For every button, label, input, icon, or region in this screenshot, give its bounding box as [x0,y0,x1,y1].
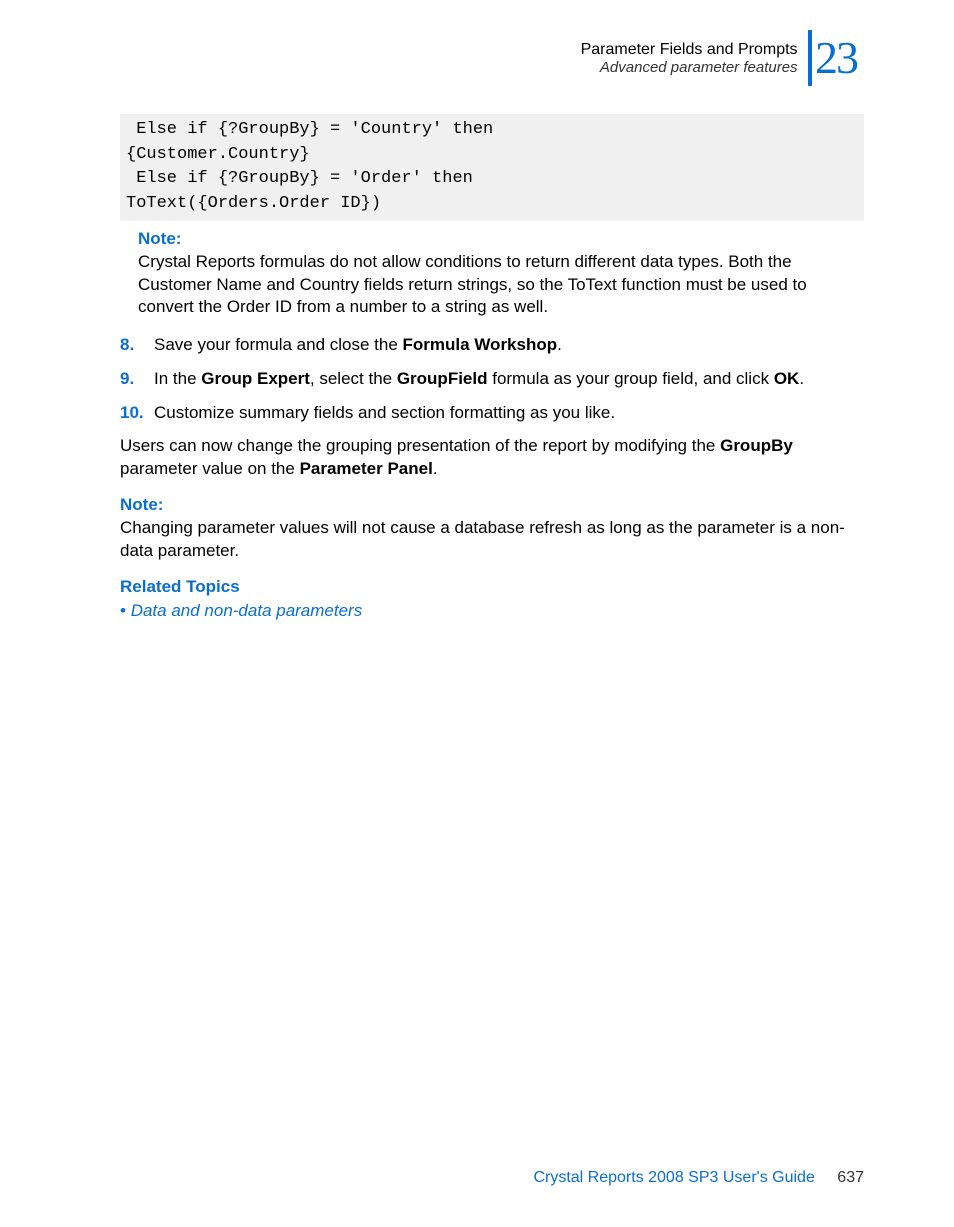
chapter-number: 23 [815,32,857,83]
step-text: In the Group Expert, select the GroupFie… [154,369,804,388]
note-1: Note: Crystal Reports formulas do not al… [138,229,864,320]
header-text: Parameter Fields and Prompts Advanced pa… [581,41,798,76]
page-header: Parameter Fields and Prompts Advanced pa… [120,30,864,86]
note-label: Note: [120,495,864,515]
step-number: 9. [120,367,134,391]
step-9: 9. In the Group Expert, select the Group… [120,367,864,391]
note-body: Crystal Reports formulas do not allow co… [138,251,864,320]
step-10: 10. Customize summary fields and section… [120,401,864,425]
related-topics-list: Data and non-data parameters [120,601,864,621]
steps-list: 8. Save your formula and close the Formu… [120,333,864,424]
note-label: Note: [138,229,864,249]
note-body: Changing parameter values will not cause… [120,517,864,563]
code-block: Else if {?GroupBy} = 'Country' then {Cus… [120,114,864,221]
page-footer: Crystal Reports 2008 SP3 User's Guide 63… [533,1169,864,1187]
related-topic-link[interactable]: Data and non-data parameters [131,601,363,620]
related-topic-item[interactable]: Data and non-data parameters [120,601,864,621]
page-number: 637 [837,1169,864,1186]
step-8: 8. Save your formula and close the Formu… [120,333,864,357]
body-paragraph: Users can now change the grouping presen… [120,435,864,481]
chapter-bar-icon [808,30,812,86]
footer-text: Crystal Reports 2008 SP3 User's Guide [533,1169,814,1186]
note-2: Note: Changing parameter values will not… [120,495,864,563]
header-subtitle: Advanced parameter features [581,59,798,76]
step-text: Customize summary fields and section for… [154,403,615,422]
header-title: Parameter Fields and Prompts [581,41,798,58]
step-text: Save your formula and close the Formula … [154,335,562,354]
related-topics-heading: Related Topics [120,577,864,597]
step-number: 8. [120,333,134,357]
step-number: 10. [120,401,144,425]
chapter-badge: 23 [808,30,864,86]
